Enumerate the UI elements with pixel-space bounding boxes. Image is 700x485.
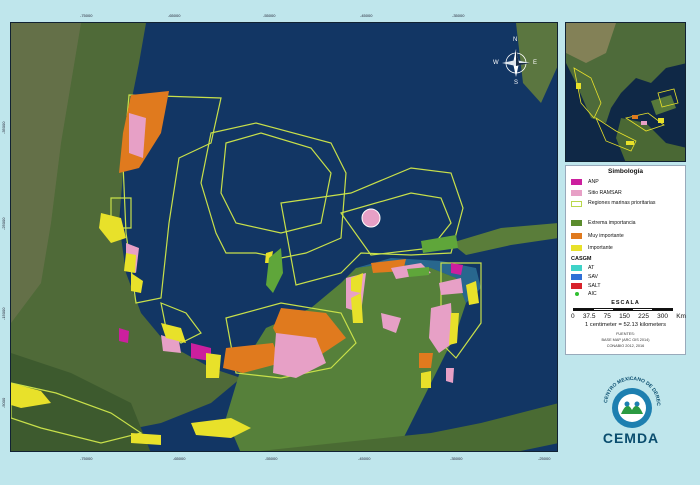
legend-item-sav: SAV	[571, 273, 598, 281]
casgm-title: CASGM	[571, 256, 592, 262]
extrema-swatch	[571, 220, 582, 226]
importante-swatch	[571, 245, 582, 251]
scale-label: 300	[657, 313, 669, 320]
scale-label: 225	[638, 313, 649, 320]
tick-label: -45000	[360, 13, 373, 18]
legend-panel: Simbología ANP Sitio RAMSAR Regiones mar…	[565, 165, 686, 355]
legend-label: Muy importante	[588, 233, 624, 239]
legend-title: Simbología	[607, 168, 644, 175]
scale-label: 150	[619, 313, 630, 320]
ramsar-swatch	[571, 190, 582, 196]
compass-n: N	[513, 37, 518, 43]
anp-swatch	[571, 179, 582, 185]
tick-label: -35000	[452, 13, 465, 18]
legend-label: AT	[588, 265, 595, 271]
tick-label: -75000	[80, 13, 93, 18]
legend-label: Importante	[588, 245, 613, 251]
sav-swatch	[571, 274, 582, 280]
scale-labels: 0 37.5 75 150 225 300 Km	[571, 313, 686, 320]
source-line: CONABIO 2012, 2016	[606, 344, 645, 348]
scale-unit: Km	[676, 313, 686, 320]
legend-label: SAV	[588, 274, 598, 280]
inset-map[interactable]	[565, 22, 686, 162]
logo-name: CEMDA	[602, 430, 660, 446]
tick-label: -25000	[538, 456, 551, 461]
main-map[interactable]: N S E W	[10, 22, 558, 452]
tick-label: -55000	[263, 13, 276, 18]
legend-label: Regiones marinas prioritarias	[588, 200, 656, 206]
map-page: -75000 -65000 -55000 -45000 -35000 N S E…	[0, 0, 700, 485]
legend-label: Extrema importancia	[588, 220, 636, 226]
legend-item-anp: ANP	[571, 178, 599, 186]
tick-label: -25000	[1, 217, 6, 230]
legend-item-importante: Importante	[571, 244, 613, 252]
at-swatch	[571, 265, 582, 271]
compass-e: E	[533, 60, 538, 66]
map-canvas	[11, 23, 557, 451]
tick-label: -65000	[168, 13, 181, 18]
tick-label: -75000	[80, 456, 93, 461]
scale-label: 75	[603, 313, 611, 320]
muy-swatch	[571, 233, 582, 239]
legend-item-salt: SALT	[571, 282, 601, 290]
source-heading: FUENTES:	[616, 332, 635, 336]
scale-label: 0	[571, 313, 575, 320]
tick-label: -35000	[1, 121, 6, 134]
scale-equivalence: 1 centimeter = 52.13 kilometers	[584, 322, 667, 328]
scale-bar	[573, 308, 673, 311]
tick-label: -15000	[1, 307, 6, 320]
tick-label: -5000	[1, 397, 6, 408]
salt-swatch	[571, 283, 582, 289]
legend-label: ANP	[588, 179, 599, 185]
tick-label: -35000	[450, 456, 463, 461]
legend-item-muy: Muy importante	[571, 232, 624, 240]
inset-canvas	[566, 23, 685, 161]
source-line: BASE MAP (ARC GIS 2014)	[601, 338, 650, 342]
compass-w: W	[493, 60, 499, 66]
tick-label: -55000	[265, 456, 278, 461]
tick-label: -65000	[173, 456, 186, 461]
legend-item-ramsar: Sitio RAMSAR	[571, 189, 622, 197]
legend-label: AIC	[588, 291, 597, 297]
legend-label: SALT	[588, 283, 601, 289]
rmp-swatch	[571, 201, 582, 207]
aic-dot	[575, 292, 579, 296]
tick-label: -45000	[358, 456, 371, 461]
scale-label: 37.5	[582, 313, 596, 320]
legend-label: Sitio RAMSAR	[588, 190, 622, 196]
legend-item-aic: AIC	[572, 290, 597, 298]
scale-title: ESCALA	[611, 300, 640, 306]
legend-item-extrema: Extrema importancia	[571, 219, 636, 227]
compass-s: S	[514, 80, 519, 86]
legend-item-rmp: Regiones marinas prioritarias	[571, 200, 668, 214]
legend-item-at: AT	[571, 264, 594, 272]
